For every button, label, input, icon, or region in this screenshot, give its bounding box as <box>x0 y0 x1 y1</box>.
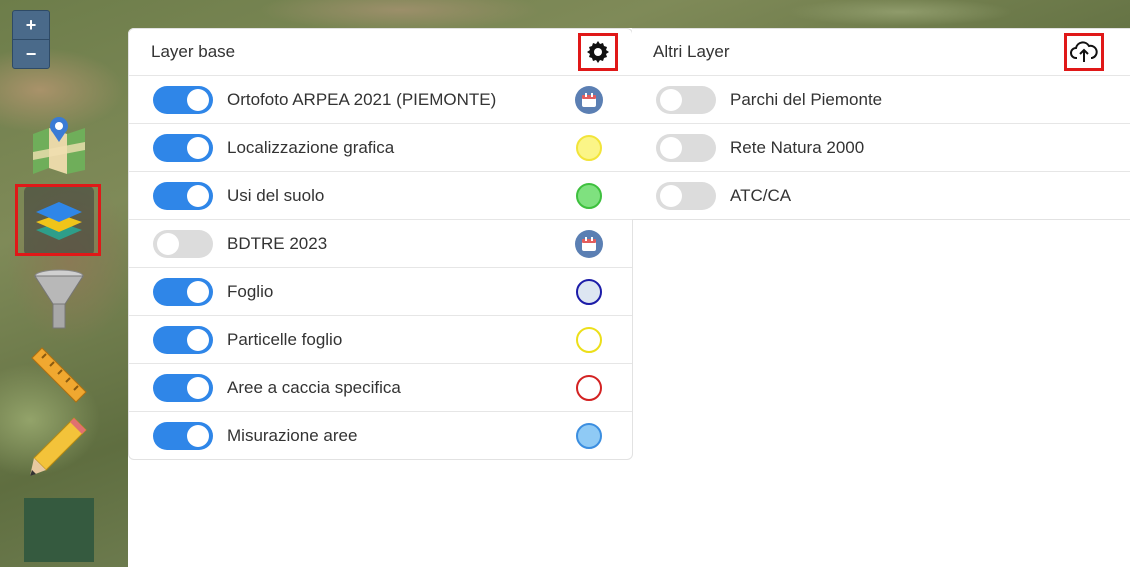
other-layers-section: Altri Layer Parchi del Piemonte Rete Natu… <box>632 28 1130 220</box>
layer-style-swatch[interactable] <box>576 182 602 209</box>
layers-icon[interactable] <box>24 186 94 256</box>
toggle-knob <box>187 328 209 351</box>
layer-row: Particelle foglio <box>129 316 632 364</box>
map-icon[interactable] <box>24 108 94 178</box>
zoom-in-button[interactable]: + <box>13 11 49 39</box>
other-layers-title: Altri Layer <box>653 42 730 61</box>
layer-label: Misurazione aree <box>227 425 358 445</box>
layer-row: Foglio <box>129 268 632 316</box>
toggle-knob <box>660 136 682 159</box>
ruler-icon[interactable] <box>24 340 94 410</box>
layer-toggle[interactable] <box>153 85 213 114</box>
toggle-knob <box>187 184 209 207</box>
toggle-knob <box>187 376 209 399</box>
layer-row: Misurazione aree <box>129 412 632 459</box>
layer-row: Usi del suolo <box>129 172 632 220</box>
zoom-control: + − <box>12 10 50 69</box>
layer-toggle[interactable] <box>153 181 213 210</box>
map-tile-thumbnail <box>24 498 94 562</box>
toggle-knob <box>187 280 209 303</box>
layer-label: Rete Natura 2000 <box>730 137 865 157</box>
calendar-icon <box>575 229 603 258</box>
layer-style-swatch[interactable] <box>576 134 602 161</box>
layer-toggle[interactable] <box>153 277 213 306</box>
layer-label: BDTRE 2023 <box>227 233 328 253</box>
layer-toggle[interactable] <box>153 373 213 402</box>
layer-label: Aree a caccia specifica <box>227 377 401 397</box>
calendar-icon <box>575 85 603 114</box>
toggle-knob <box>187 136 209 159</box>
layer-row: ATC/CA <box>632 172 1130 219</box>
layer-label: Foglio <box>227 281 274 301</box>
pencil-icon[interactable] <box>24 412 94 482</box>
filter-icon[interactable] <box>24 264 94 334</box>
gear-icon[interactable] <box>578 33 618 71</box>
toggle-knob <box>157 232 179 255</box>
layer-label: Particelle foglio <box>227 329 343 349</box>
layer-style-swatch[interactable] <box>576 374 602 401</box>
toggle-knob <box>187 88 209 111</box>
layers-panel: Layer base Ortofoto ARPEA 2021 (PIEMONTE… <box>128 28 1130 567</box>
layer-toggle[interactable] <box>153 133 213 162</box>
toggle-knob <box>660 88 682 111</box>
layer-row: Ortofoto ARPEA 2021 (PIEMONTE) <box>129 76 632 124</box>
layer-row: BDTRE 2023 <box>129 220 632 268</box>
toggle-knob <box>187 424 209 447</box>
base-layers-section: Layer base Ortofoto ARPEA 2021 (PIEMONTE… <box>128 28 633 460</box>
cloud-upload-icon[interactable] <box>1064 33 1104 71</box>
layer-toggle[interactable] <box>656 181 716 210</box>
layer-label: ATC/CA <box>730 185 792 205</box>
zoom-out-button[interactable]: − <box>13 39 49 68</box>
layer-style-swatch[interactable] <box>576 278 602 305</box>
layer-label: Usi del suolo <box>227 185 325 205</box>
layer-row: Parchi del Piemonte <box>632 76 1130 124</box>
layer-label: Parchi del Piemonte <box>730 89 883 109</box>
layer-style-swatch[interactable] <box>576 422 602 449</box>
layer-row: Aree a caccia specifica <box>129 364 632 412</box>
layer-style-swatch[interactable] <box>576 326 602 353</box>
layer-toggle[interactable] <box>153 229 213 258</box>
layer-label: Ortofoto ARPEA 2021 (PIEMONTE) <box>227 89 497 109</box>
base-layers-header: Layer base <box>129 29 632 76</box>
layer-toggle[interactable] <box>153 325 213 354</box>
layer-row: Rete Natura 2000 <box>632 124 1130 172</box>
base-layers-title: Layer base <box>151 42 236 61</box>
layer-row: Localizzazione grafica <box>129 124 632 172</box>
layer-toggle[interactable] <box>656 133 716 162</box>
layer-toggle[interactable] <box>656 85 716 114</box>
layer-label: Localizzazione grafica <box>227 137 395 157</box>
other-layers-header: Altri Layer <box>632 29 1130 76</box>
toggle-knob <box>660 184 682 207</box>
layer-toggle[interactable] <box>153 421 213 450</box>
